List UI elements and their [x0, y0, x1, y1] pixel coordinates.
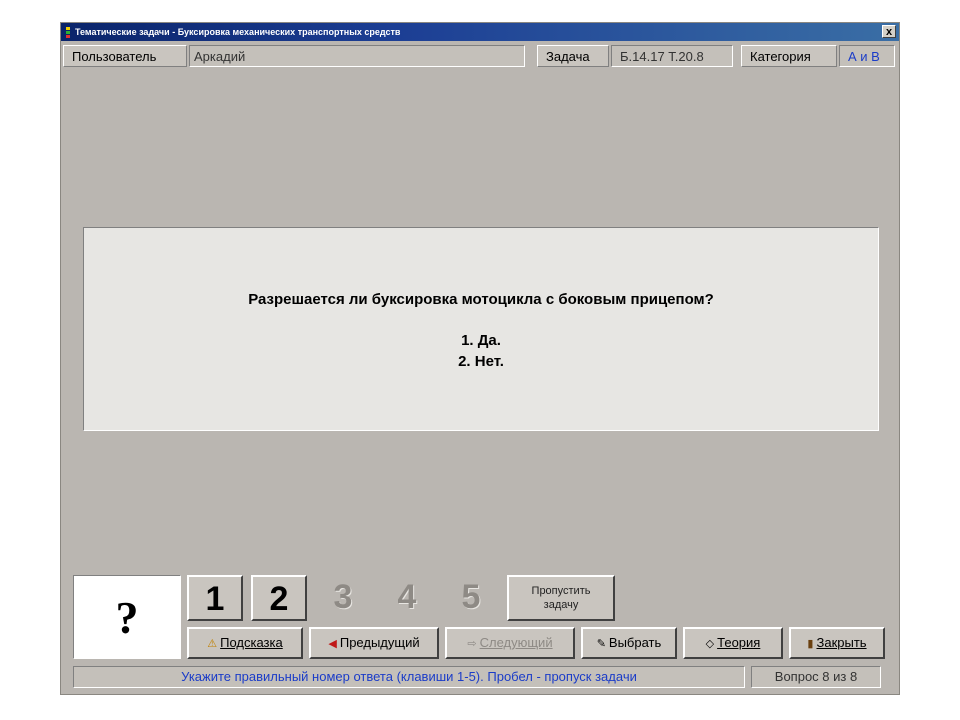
- title-bar[interactable]: Тематические задачи - Буксировка механич…: [61, 23, 899, 41]
- hint-button[interactable]: ⚠ Подсказка: [187, 627, 303, 659]
- skip-task-button[interactable]: Пропустить задачу: [507, 575, 615, 621]
- select-label: Выбрать: [608, 635, 662, 650]
- exit-door-icon: ▮: [807, 638, 814, 650]
- arrow-left-icon: ◀: [328, 638, 337, 650]
- info-bar: Пользователь Аркадий Задача Б.14.17 Т.20…: [63, 45, 897, 69]
- theory-label: Теория: [717, 635, 761, 650]
- skip-task-label: Пропустить задачу: [531, 585, 591, 611]
- question-panel: Разрешается ли буксировка мотоцикла с бо…: [83, 227, 879, 431]
- category-label: Категория: [741, 45, 837, 67]
- answer-button-4: 4: [397, 578, 417, 616]
- previous-label: Предыдущий: [339, 635, 420, 650]
- theory-button[interactable]: ◇ Теория: [683, 627, 783, 659]
- answer-button-3: 3: [333, 578, 353, 616]
- close-button[interactable]: ▮ Закрыть: [789, 627, 885, 659]
- stamp-icon: ✎: [596, 638, 606, 650]
- answer-button-1[interactable]: 1: [187, 575, 243, 621]
- app-icon: [66, 27, 70, 38]
- book-icon: ◇: [705, 638, 715, 650]
- close-label: Закрыть: [816, 635, 867, 650]
- arrow-right-icon: ⇨: [467, 638, 477, 650]
- warning-icon: ⚠: [207, 638, 218, 650]
- answer-button-2[interactable]: 2: [251, 575, 307, 621]
- user-label: Пользователь: [63, 45, 187, 67]
- status-instruction: Укажите правильный номер ответа (клавиши…: [73, 666, 745, 688]
- answer-option-2: 2. Нет.: [458, 353, 504, 370]
- user-value: Аркадий: [189, 45, 525, 67]
- task-label: Задача: [537, 45, 609, 67]
- hint-label: Подсказка: [220, 635, 283, 650]
- question-text: Разрешается ли буксировка мотоцикла с бо…: [248, 291, 714, 308]
- next-button: ⇨ Следующий: [445, 627, 575, 659]
- category-value: А и В: [839, 45, 895, 67]
- app-window: Тематические задачи - Буксировка механич…: [60, 22, 900, 695]
- answer-indicator: ?: [73, 575, 181, 659]
- close-window-button[interactable]: x: [882, 25, 896, 38]
- select-button[interactable]: ✎ Выбрать: [581, 627, 677, 659]
- task-value: Б.14.17 Т.20.8: [611, 45, 733, 67]
- previous-button[interactable]: ◀ Предыдущий: [309, 627, 439, 659]
- window-title: Тематические задачи - Буксировка механич…: [75, 27, 401, 37]
- answer-option-1: 1. Да.: [461, 332, 501, 349]
- answer-button-5: 5: [461, 578, 481, 616]
- next-label: Следующий: [479, 635, 553, 650]
- status-progress: Вопрос 8 из 8: [751, 666, 881, 688]
